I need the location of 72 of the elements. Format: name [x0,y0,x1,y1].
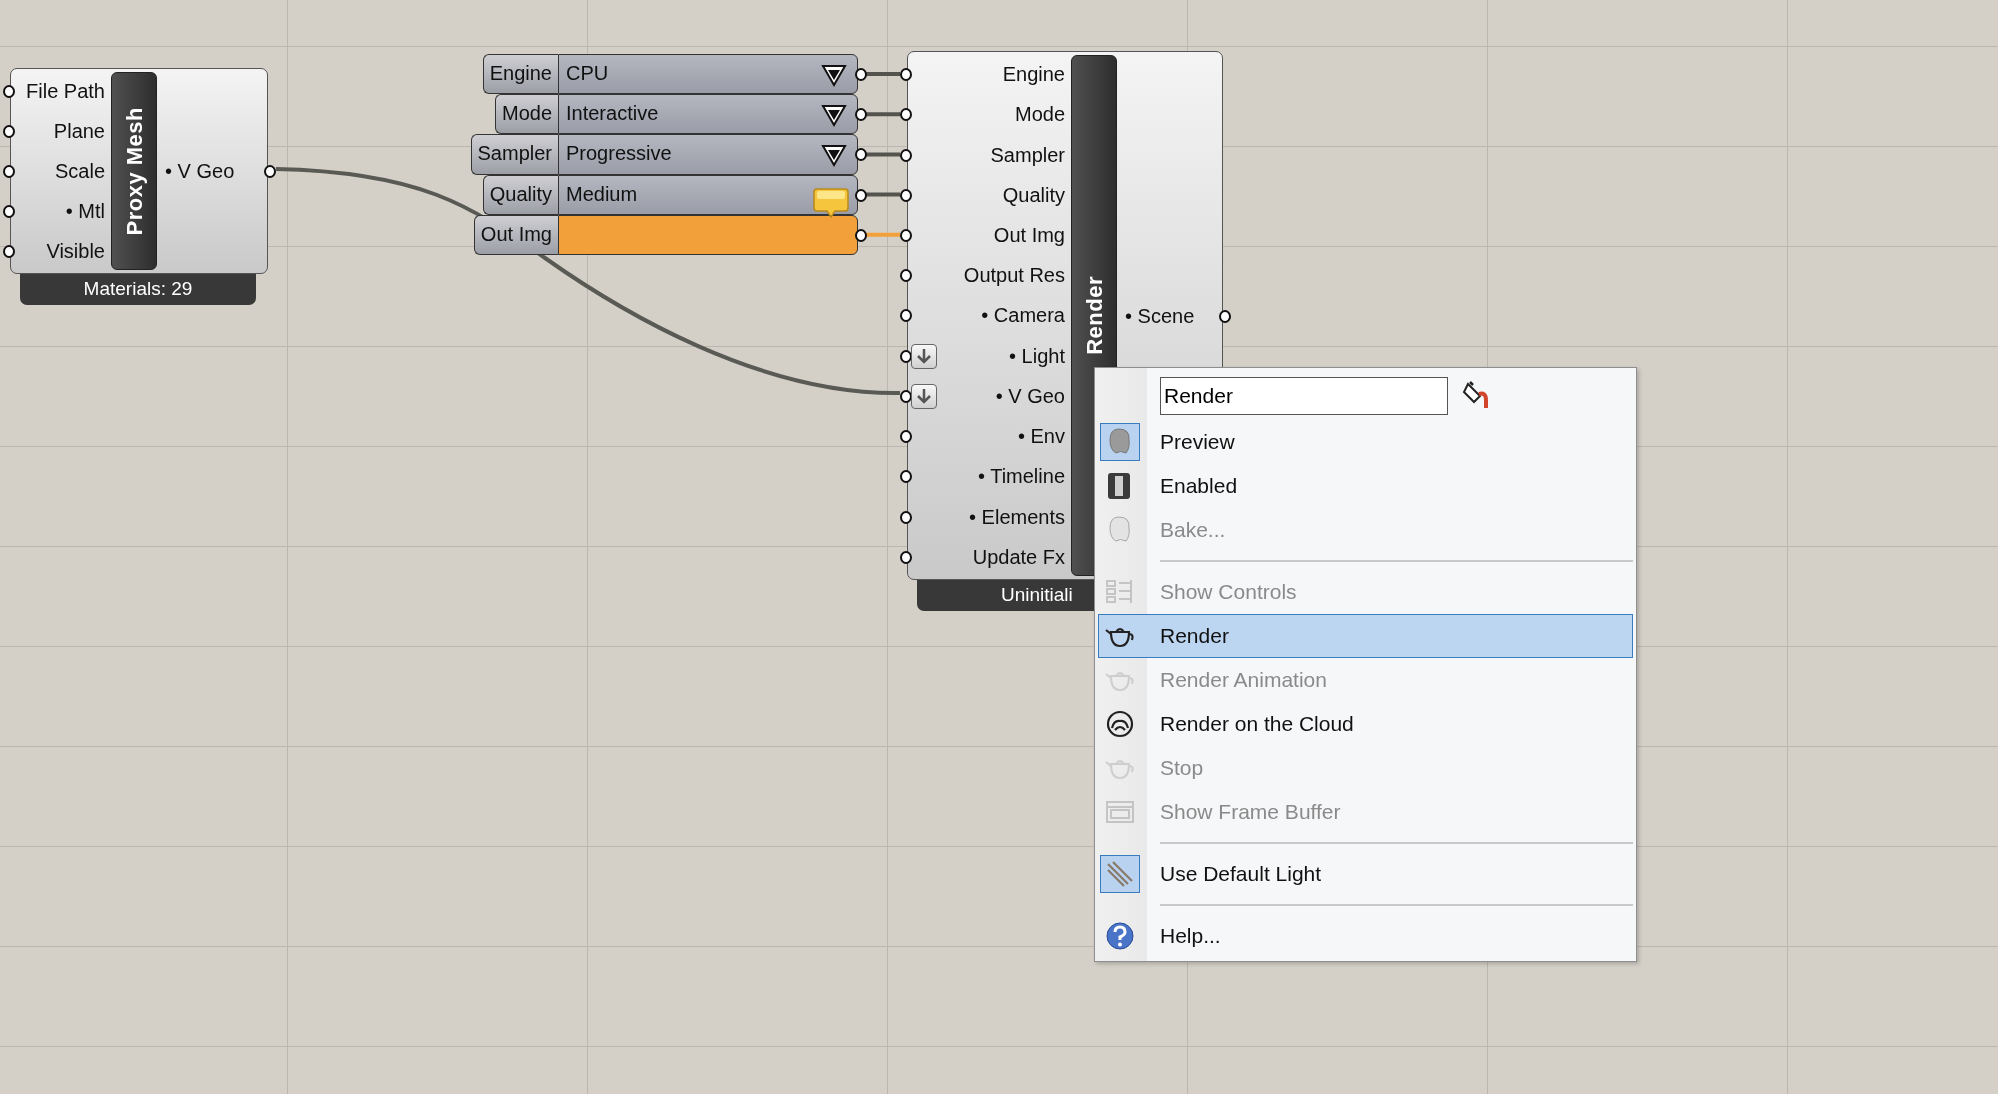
dropdown-field[interactable]: Progressive [558,134,858,175]
dropdown-arrow-icon[interactable] [821,63,847,87]
input-label: • Env [1017,425,1065,448]
input-port[interactable] [900,309,912,323]
value-list-label: Engine [482,54,558,95]
output-port[interactable] [855,228,867,242]
dropdown-value: Medium [566,182,638,205]
input-port[interactable] [3,205,15,218]
input-label: Engine [1002,63,1065,86]
output-label: • Scene [1125,304,1195,327]
value-list-label: Quality [482,174,558,215]
input-port[interactable] [3,165,15,178]
input-label: Scale [54,160,105,182]
input-label: File Path [26,80,105,102]
input-port[interactable] [3,85,15,98]
component-title: Render [1080,276,1108,355]
output-port[interactable] [264,165,276,178]
output-port[interactable] [1219,309,1231,323]
dropdown-value: CPU [566,62,609,84]
input-port[interactable] [900,229,912,242]
component-title: Proxy Mesh [120,106,148,236]
value-list-label: Out Img [473,214,558,255]
input-label: • Camera [981,304,1065,327]
menu-item[interactable]: Render on the Cloud [1098,702,1633,746]
message-balloon-icon[interactable] [813,187,849,220]
input-label: Quality [1002,183,1065,206]
wire [865,112,900,117]
input-port[interactable] [3,125,15,138]
dropdown-field[interactable]: Medium [558,174,858,215]
input-label: Sampler [990,143,1065,166]
dropdown-field[interactable]: Interactive [558,94,858,135]
input-label: Mode [1014,103,1065,126]
dropdown-value: Progressive [566,142,672,165]
menu-item[interactable]: Use Default Light [1098,852,1633,896]
value-list-label: Sampler [470,134,558,175]
dropdown-value: Interactive [566,102,659,125]
input-label: Output Res [963,264,1065,287]
output-label: • V Geo [165,160,235,182]
wire [865,152,900,157]
input-port[interactable] [3,245,15,258]
input-label: Update Fx [972,545,1065,568]
wire [865,72,900,76]
menu-item[interactable]: Render [1098,614,1633,658]
dropdown-field[interactable]: CPU [558,54,858,95]
input-port[interactable] [900,550,912,564]
dropdown-arrow-icon[interactable] [821,103,847,128]
input-port[interactable] [900,68,912,82]
dropdown-arrow-icon[interactable] [821,143,847,168]
value-list-label: Mode [494,94,558,135]
output-port[interactable] [855,188,867,202]
input-port[interactable] [900,510,912,524]
input-port[interactable] [900,389,912,403]
name-field[interactable]: Render [1160,376,1448,415]
input-port[interactable] [900,269,912,283]
help-icon [1104,920,1136,952]
status-footer: Materials: 29 [20,274,256,305]
input-port[interactable] [900,148,912,162]
input-port[interactable] [900,430,912,444]
input-port[interactable] [900,188,912,202]
input-label: • Light [1009,344,1065,367]
input-label: • Timeline [977,465,1065,488]
menu-item[interactable]: Help... [1098,914,1633,958]
input-label: Visible [46,240,105,262]
input-label: Out Img [993,224,1065,246]
input-label: • Elements [969,505,1065,528]
input-label: Plane [53,120,105,142]
input-port[interactable] [900,349,912,363]
input-label: • Mtl [65,200,105,222]
input-label: • V Geo [995,384,1065,407]
input-port[interactable] [900,470,912,484]
input-port[interactable] [900,108,912,122]
color-swatch[interactable] [558,214,858,255]
